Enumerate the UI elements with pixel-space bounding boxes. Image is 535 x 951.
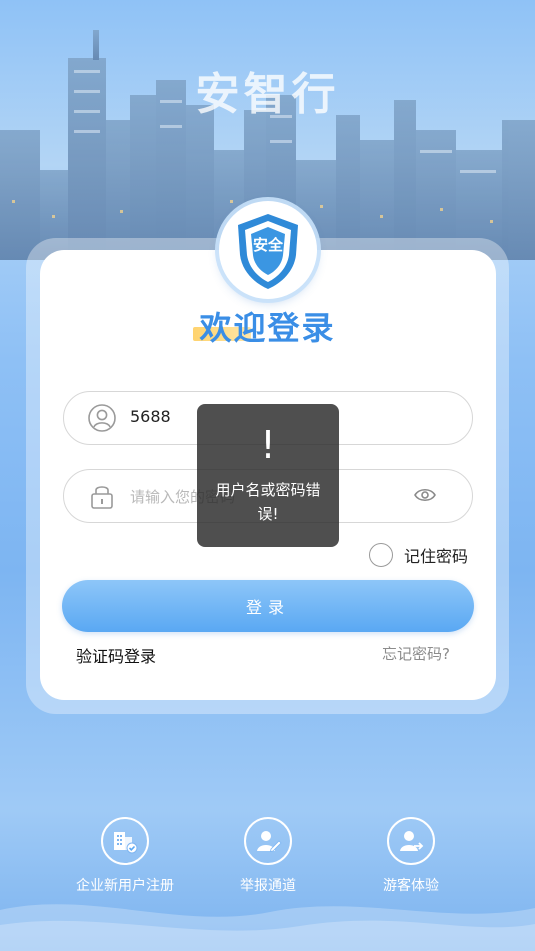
user-arrow-icon <box>387 817 435 865</box>
forgot-password-link[interactable]: 忘记密码? <box>382 643 450 664</box>
bottom-wave <box>0 904 535 951</box>
toast-message: 用户名或密码错误! <box>215 481 321 523</box>
remember-password[interactable]: 记住密码 <box>369 542 468 568</box>
remember-radio[interactable] <box>369 543 393 567</box>
sms-login-link[interactable]: 验证码登录 <box>76 643 156 667</box>
error-toast: ! 用户名或密码错误! <box>197 404 339 547</box>
shield-icon: 安全 <box>238 214 298 289</box>
username-input[interactable]: 5688 <box>130 407 171 426</box>
logo-badge-text: 安全 <box>253 236 284 254</box>
building-check-icon <box>101 817 149 865</box>
user-edit-icon <box>244 817 292 865</box>
remember-label: 记住密码 <box>404 547 469 566</box>
warning-icon: ! <box>260 423 276 467</box>
welcome-heading: 欢迎登录 <box>199 309 336 347</box>
login-button[interactable]: 登录 <box>62 580 474 632</box>
logo: 安全 <box>219 201 317 299</box>
eye-icon[interactable] <box>414 487 436 503</box>
app-title: 安智行 <box>195 69 340 120</box>
user-icon <box>88 404 116 432</box>
lock-icon <box>91 486 113 509</box>
welcome-heading-wrap: 欢迎登录 <box>0 303 535 349</box>
